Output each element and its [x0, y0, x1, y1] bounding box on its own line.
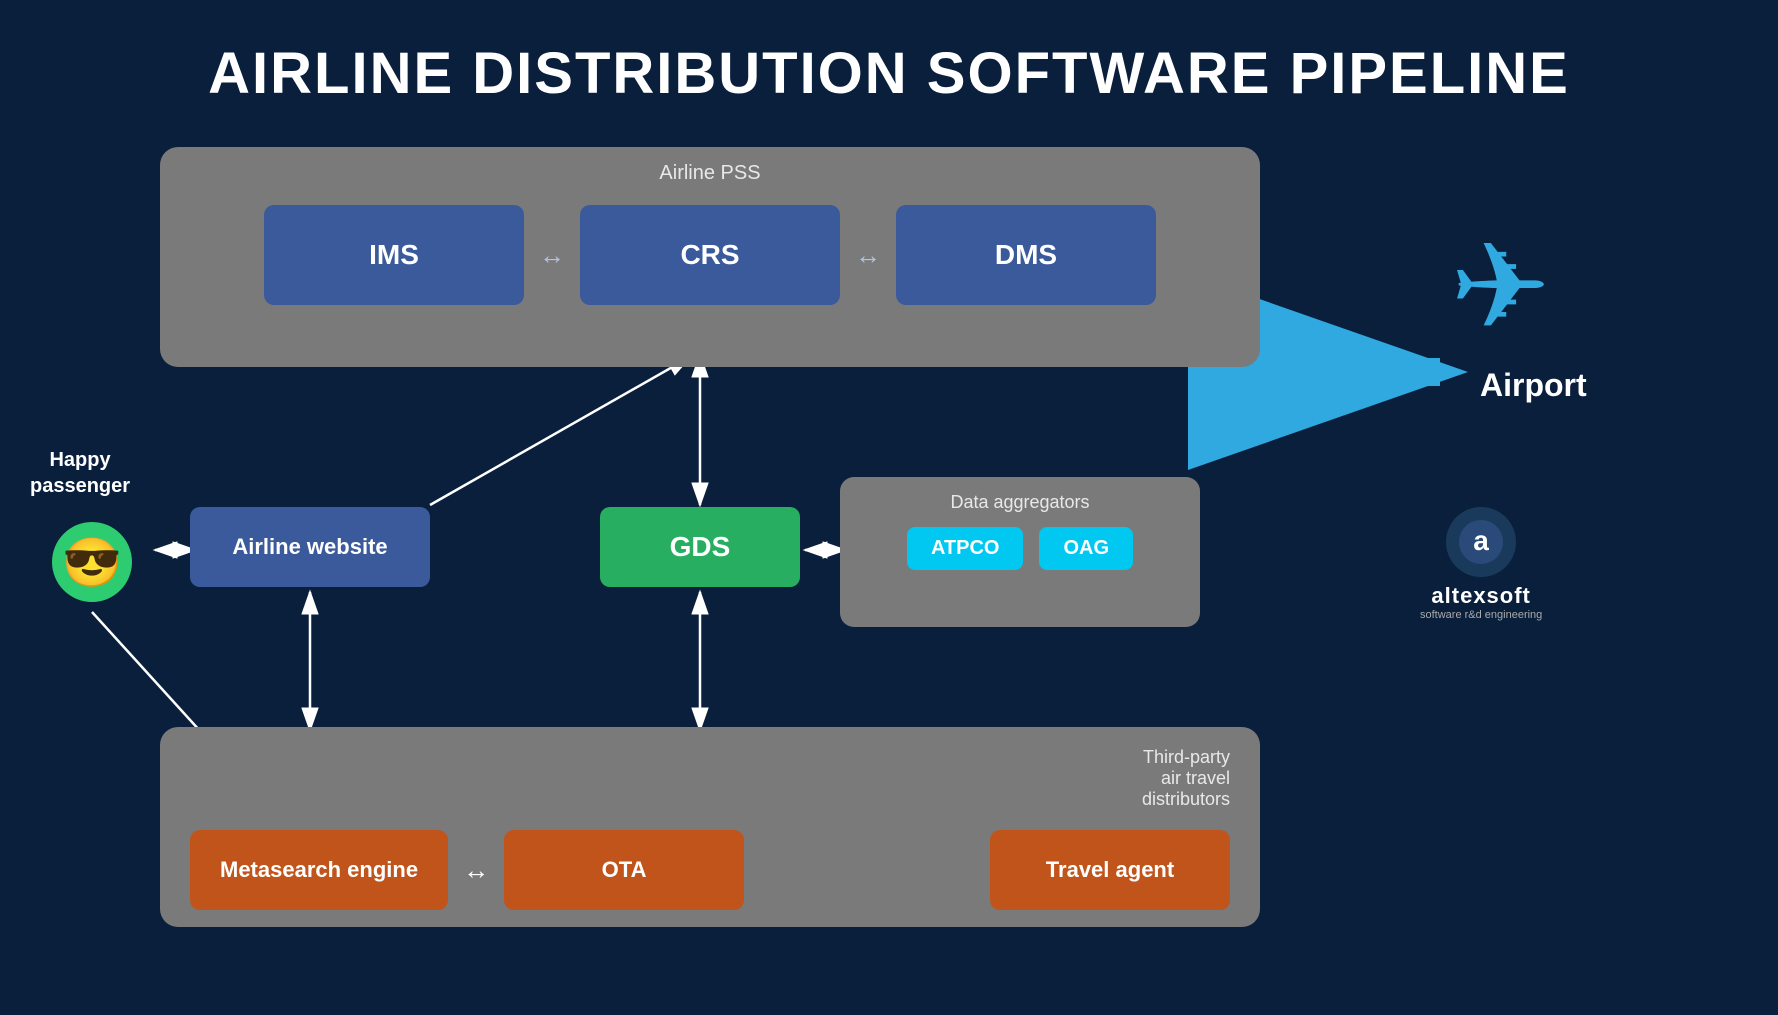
main-container: AIRLINE DISTRIBUTION SOFTWARE PIPELINE — [0, 0, 1778, 997]
crs-box: CRS — [580, 205, 840, 305]
gds-box: GDS — [600, 507, 800, 587]
dms-box: DMS — [896, 205, 1156, 305]
crs-dms-arrow: ↔ — [840, 240, 896, 271]
metasearch-ota-arrow: ↔ — [448, 855, 504, 886]
altexsoft-subtitle: software r&d engineering — [1420, 609, 1542, 621]
passenger-face: 😎 — [52, 522, 132, 602]
oag-box: OAG — [1039, 527, 1133, 570]
thirdparty-boxes: Metasearch engine ↔ OTA Travel agent — [190, 830, 1230, 910]
pss-container: Airline PSS IMS ↔ CRS ↔ DMS — [160, 147, 1260, 367]
airport-label: Airport — [1480, 367, 1587, 404]
altexsoft-logo: a altexsoft software r&d engineering — [1420, 507, 1542, 621]
altexsoft-name: altexsoft — [1431, 583, 1530, 609]
airplane-icon: ✈ — [1450, 227, 1551, 347]
airline-website-box: Airline website — [190, 507, 430, 587]
ota-box: OTA — [504, 830, 744, 910]
data-aggregators-label: Data aggregators — [860, 492, 1180, 513]
passenger-label: Happypassenger — [30, 447, 130, 499]
ims-crs-arrow: ↔ — [524, 240, 580, 271]
atpco-box: ATPCO — [907, 527, 1024, 570]
data-aggregators-boxes: ATPCO OAG — [860, 527, 1180, 570]
diagram-area: Airline PSS IMS ↔ CRS ↔ DMS ✈ Airport Ha… — [0, 137, 1778, 997]
altexsoft-icon: a — [1446, 507, 1516, 577]
travel-agent-box: Travel agent — [990, 830, 1230, 910]
pss-label: Airline PSS — [190, 162, 1230, 185]
svg-text:a: a — [1473, 525, 1489, 556]
pss-boxes: IMS ↔ CRS ↔ DMS — [190, 205, 1230, 305]
data-aggregators-container: Data aggregators ATPCO OAG — [840, 477, 1200, 627]
thirdparty-label: Third-partyair traveldistributors — [190, 747, 1230, 810]
thirdparty-container: Third-partyair traveldistributors Metase… — [160, 727, 1260, 927]
ims-box: IMS — [264, 205, 524, 305]
metasearch-box: Metasearch engine — [190, 830, 448, 910]
page-title: AIRLINE DISTRIBUTION SOFTWARE PIPELINE — [0, 0, 1778, 137]
